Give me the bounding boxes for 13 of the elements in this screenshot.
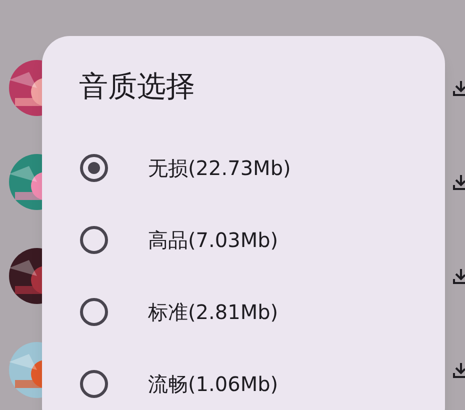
option-label[interactable]: 无损(22.73Mb): [148, 153, 291, 183]
option-label[interactable]: 高品(7.03Mb): [148, 225, 278, 255]
download-icon[interactable]: [453, 362, 465, 378]
dialog-title: 音质选择: [79, 72, 195, 101]
radio-button[interactable]: [80, 370, 108, 398]
radio-button[interactable]: [80, 154, 108, 182]
radio-button[interactable]: [80, 226, 108, 254]
radio-button[interactable]: [80, 298, 108, 326]
download-icon[interactable]: [453, 80, 465, 96]
option-label[interactable]: 流畅(1.06Mb): [148, 369, 278, 399]
download-icon[interactable]: [453, 268, 465, 284]
download-icon[interactable]: [453, 174, 465, 190]
option-label[interactable]: 标准(2.81Mb): [148, 297, 278, 327]
